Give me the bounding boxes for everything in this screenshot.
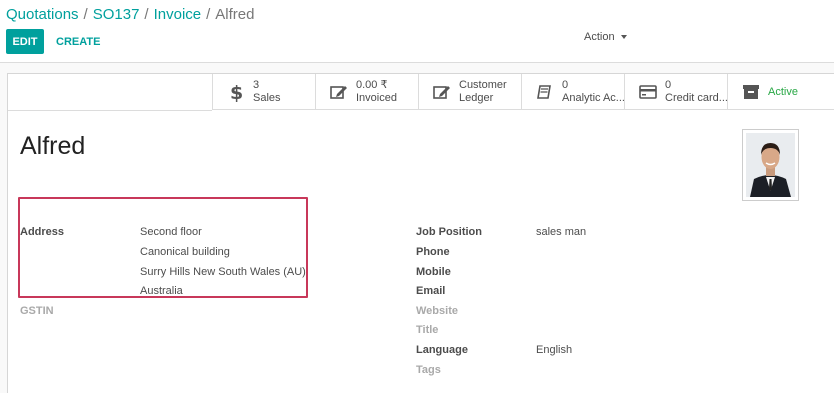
job-position-label: Job Position (416, 226, 482, 238)
address-label: Address (20, 226, 65, 238)
address-line-2[interactable]: Canonical building (140, 246, 230, 258)
avatar[interactable] (742, 129, 799, 201)
customer-ledger-text: Customer Ledger (459, 79, 507, 105)
analytic-accounts-label: Analytic Ac... (562, 92, 624, 104)
gstin-label: GSTIN (20, 305, 54, 317)
language-value[interactable]: English (536, 344, 572, 356)
email-label: Email (416, 285, 446, 297)
customer-ledger-button[interactable]: Customer Ledger (418, 74, 521, 110)
credit-card-button[interactable]: 0 Credit card... (624, 74, 727, 110)
breadcrumb: Quotations / SO137/Invoice / Alfred (6, 6, 254, 23)
credit-card-text: 0 Credit card... (665, 79, 727, 105)
analytic-accounts-button[interactable]: 0 Analytic Ac... (521, 74, 624, 110)
breadcrumb-current: Alfred (215, 6, 255, 23)
breadcrumb-separator: / (83, 6, 88, 23)
edit-icon (431, 84, 453, 100)
create-button[interactable]: CREATE (52, 29, 104, 54)
invoiced-amount: 0.00 ₹ (356, 79, 388, 91)
archive-icon (740, 84, 762, 100)
smart-button-box: $ 3 Sales 0.00 ₹ Invoiced Customer Ledge… (212, 74, 834, 110)
address-line-3[interactable]: Surry Hills New South Wales (AU) (140, 266, 306, 278)
job-position-value[interactable]: sales man (536, 226, 586, 238)
dollar-icon: $ (225, 82, 247, 102)
form-sheet: $ 3 Sales 0.00 ₹ Invoiced Customer Ledge… (7, 73, 834, 393)
breadcrumb-separator: / (144, 6, 149, 23)
caret-down-icon (620, 35, 627, 39)
book-icon (534, 84, 556, 100)
website-label: Website (416, 305, 458, 317)
divider (8, 110, 212, 111)
analytic-accounts-count: 0 (562, 79, 569, 91)
credit-card-icon (637, 85, 659, 99)
control-panel: Quotations / SO137/Invoice / Alfred EDIT CRE… (0, 0, 834, 63)
action-dropdown-label: Action (584, 31, 615, 43)
address-line-4[interactable]: Australia (140, 285, 183, 297)
action-dropdown[interactable]: Action (584, 31, 627, 43)
sales-count: 3 (253, 79, 260, 91)
credit-card-count: 0 (665, 79, 672, 91)
tags-label: Tags (416, 364, 441, 376)
active-label: Active (768, 85, 798, 98)
active-text: Active (768, 86, 798, 99)
edit-button[interactable]: EDIT (6, 29, 44, 54)
partner-name: Alfred (20, 132, 86, 160)
breadcrumb-quotations[interactable]: Quotations (6, 6, 79, 23)
customer-ledger-line1: Customer (459, 79, 507, 91)
credit-card-label: Credit card... (665, 92, 727, 104)
sales-stat-button[interactable]: $ 3 Sales (212, 74, 315, 110)
sales-stat-text: 3 Sales (253, 79, 281, 105)
customer-ledger-line2: Ledger (459, 92, 494, 104)
phone-label: Phone (416, 246, 450, 258)
breadcrumb-invoice[interactable]: Invoice (154, 6, 202, 23)
sales-label: Sales (253, 92, 281, 104)
svg-text:$: $ (230, 82, 243, 102)
analytic-accounts-text: 0 Analytic Ac... (562, 79, 624, 105)
language-label: Language (416, 344, 468, 356)
invoiced-stat-button[interactable]: 0.00 ₹ Invoiced (315, 74, 418, 110)
mobile-label: Mobile (416, 266, 451, 278)
breadcrumb-so137[interactable]: SO137 (93, 6, 140, 23)
avatar-image (746, 133, 795, 197)
address-line-1[interactable]: Second floor (140, 226, 202, 238)
breadcrumb-separator: / (206, 6, 211, 23)
invoiced-label: Invoiced (356, 92, 397, 104)
title-label: Title (416, 324, 439, 336)
edit-icon (328, 84, 350, 100)
active-toggle-button[interactable]: Active (727, 74, 830, 110)
invoiced-stat-text: 0.00 ₹ Invoiced (356, 79, 397, 105)
